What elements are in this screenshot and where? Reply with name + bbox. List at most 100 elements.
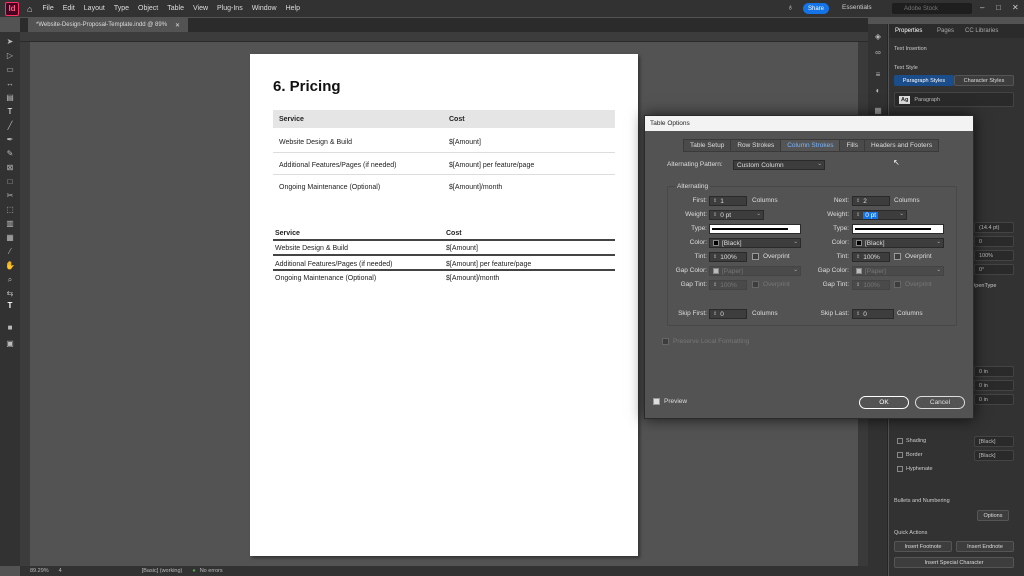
gap-tint-input-right[interactable]: ⇕ 100%	[852, 280, 890, 290]
tab-headers-footers[interactable]: Headers and Footers	[864, 139, 940, 152]
stroke-type-dropdown-right[interactable]	[852, 224, 944, 234]
tint-input-right[interactable]: ⇕ 100%	[852, 252, 890, 262]
search-input[interactable]: Adobe Stock	[892, 3, 972, 14]
table-cell[interactable]: Ongoing Maintenance (Optional)	[279, 184, 380, 191]
view-mode-icon[interactable]: ▣	[4, 338, 16, 349]
color-dropdown[interactable]: [Black] ⌄	[709, 238, 801, 248]
table-cell[interactable]: $[Amount] per feature/page	[446, 261, 531, 268]
menu-type[interactable]: Type	[114, 5, 129, 12]
character-styles-tab[interactable]: Character Styles	[954, 75, 1014, 86]
rectangle-frame-tool-icon[interactable]: ⊠	[4, 162, 16, 173]
table-cell[interactable]: Website Design & Build	[279, 139, 352, 146]
tab-cc-libraries[interactable]: CC Libraries	[965, 28, 998, 34]
table-cell[interactable]: $[Amount]	[449, 139, 481, 146]
skip-first-input[interactable]: ⇕ 0	[709, 309, 747, 319]
table-cell[interactable]: $[Amount] per feature/page	[449, 162, 534, 169]
pen-tool-icon[interactable]: ✒	[4, 134, 16, 145]
gap-tint-input[interactable]: ⇕ 100%	[709, 280, 747, 290]
stepper-icon[interactable]: ⇕	[713, 198, 717, 204]
home-icon[interactable]: ⌂	[27, 4, 32, 14]
skew-field[interactable]: 0°	[974, 264, 1014, 275]
tab-table-setup[interactable]: Table Setup	[683, 139, 731, 152]
stroke-type-dropdown[interactable]	[709, 224, 801, 234]
tab-row-strokes[interactable]: Row Strokes	[730, 139, 781, 152]
table-header-service[interactable]: Service	[275, 230, 300, 237]
table-cell[interactable]: $[Amount]	[446, 245, 478, 252]
insert-endnote-button[interactable]: Insert Endnote	[956, 541, 1014, 552]
formatting-text-icon[interactable]: T	[4, 300, 16, 311]
layers-icon[interactable]: ◈	[872, 32, 884, 44]
page-number[interactable]: 4	[59, 568, 62, 574]
gap-color-dropdown-right[interactable]: [Paper] ⌄	[852, 266, 944, 276]
hand-tool-icon[interactable]: ✋	[4, 260, 16, 271]
close-tab-icon[interactable]: ✕	[175, 22, 180, 29]
gap-color-dropdown[interactable]: [Paper] ⌄	[709, 266, 801, 276]
gap-overprint-checkbox-right[interactable]	[894, 281, 901, 288]
scissors-tool-icon[interactable]: ✂	[4, 190, 16, 201]
page-title[interactable]: 6. Pricing	[273, 78, 341, 95]
border-color[interactable]: [Black]	[974, 450, 1014, 461]
menu-plugins[interactable]: Plug-Ins	[217, 5, 243, 12]
indent-field-3[interactable]: 0 in	[974, 394, 1014, 405]
menu-object[interactable]: Object	[138, 5, 158, 12]
stepper-icon[interactable]: ⇕	[713, 254, 717, 260]
hyphenate-checkbox[interactable]	[897, 466, 903, 472]
gap-overprint-checkbox[interactable]	[752, 281, 759, 288]
alternating-pattern-dropdown[interactable]: Custom Column ⌄	[733, 160, 825, 170]
ok-button[interactable]: OK	[859, 396, 909, 409]
weight-input[interactable]: ⇕ 0 pt ⌄	[709, 210, 764, 220]
paragraph-styles-tab[interactable]: Paragraph Styles	[894, 75, 954, 86]
stepper-icon[interactable]: ⇕	[713, 212, 717, 218]
swap-colors-icon[interactable]: ⇆	[4, 288, 16, 299]
horizontal-scale-field[interactable]: 100%	[974, 250, 1014, 261]
zoom-level[interactable]: 89.29%	[30, 568, 49, 574]
cancel-button[interactable]: Cancel	[915, 396, 965, 409]
type-tool-icon[interactable]: T	[4, 106, 16, 117]
stepper-icon[interactable]: ⇕	[856, 212, 860, 218]
stepper-icon[interactable]: ⇕	[856, 282, 860, 288]
menu-window[interactable]: Window	[252, 5, 277, 12]
table-cell[interactable]: $[Amount]/month	[446, 275, 499, 282]
pencil-tool-icon[interactable]: ✎	[4, 148, 16, 159]
insert-footnote-button[interactable]: Insert Footnote	[894, 541, 952, 552]
tint-input[interactable]: ⇕ 100%	[709, 252, 747, 262]
leading-field[interactable]: (14.4 pt)	[974, 222, 1014, 233]
note-tool-icon[interactable]: ▦	[4, 232, 16, 243]
lightbulb-icon[interactable]: ♁	[787, 2, 794, 12]
indent-field-2[interactable]: 0 in	[974, 380, 1014, 391]
table-cell[interactable]: Additional Features/Pages (if needed)	[275, 261, 393, 268]
line-tool-icon[interactable]: ╱	[4, 120, 16, 131]
shading-checkbox[interactable]	[897, 438, 903, 444]
tab-properties[interactable]: Properties	[895, 28, 922, 34]
share-button[interactable]: Share	[803, 3, 829, 14]
stepper-icon[interactable]: ⇕	[856, 311, 860, 317]
menu-file[interactable]: File	[42, 5, 53, 12]
selection-tool-icon[interactable]: ➤	[4, 36, 16, 47]
content-collector-icon[interactable]: ▤	[4, 92, 16, 103]
options-button[interactable]: Options	[977, 510, 1009, 521]
fill-stroke-icon[interactable]: ■	[4, 322, 16, 333]
table-header-service[interactable]: Service	[279, 116, 304, 123]
table-cell[interactable]: Website Design & Build	[275, 245, 348, 252]
menu-help[interactable]: Help	[286, 5, 300, 12]
maximize-icon[interactable]: □	[996, 3, 1001, 12]
preflight-icon[interactable]: ●	[192, 568, 195, 574]
stepper-icon[interactable]: ⇕	[856, 198, 860, 204]
stepper-icon[interactable]: ⇕	[713, 282, 717, 288]
eyedropper-tool-icon[interactable]: ⁄	[4, 246, 16, 257]
style-status[interactable]: [Basic] (working)	[142, 568, 183, 574]
stepper-icon[interactable]: ⇕	[856, 254, 860, 260]
links-icon[interactable]: ∞	[872, 48, 884, 60]
skip-last-input[interactable]: ⇕ 0	[852, 309, 894, 319]
stroke-icon[interactable]: ≡	[872, 70, 884, 82]
gap-tool-icon[interactable]: ↔	[4, 78, 16, 89]
paragraph-style-dropdown[interactable]: Ag Paragraph	[894, 92, 1014, 107]
color-icon[interactable]: ◐	[872, 86, 884, 98]
document-page[interactable]: 6. Pricing Service Cost Website Design &…	[250, 54, 638, 556]
free-transform-tool-icon[interactable]: ⬚	[4, 204, 16, 215]
zoom-tool-icon[interactable]: ⌕	[4, 274, 16, 285]
color-dropdown-right[interactable]: [Black] ⌄	[852, 238, 944, 248]
minimize-icon[interactable]: –	[980, 3, 984, 12]
stepper-icon[interactable]: ⇕	[713, 311, 717, 317]
table-cell[interactable]: $[Amount]/month	[449, 184, 502, 191]
